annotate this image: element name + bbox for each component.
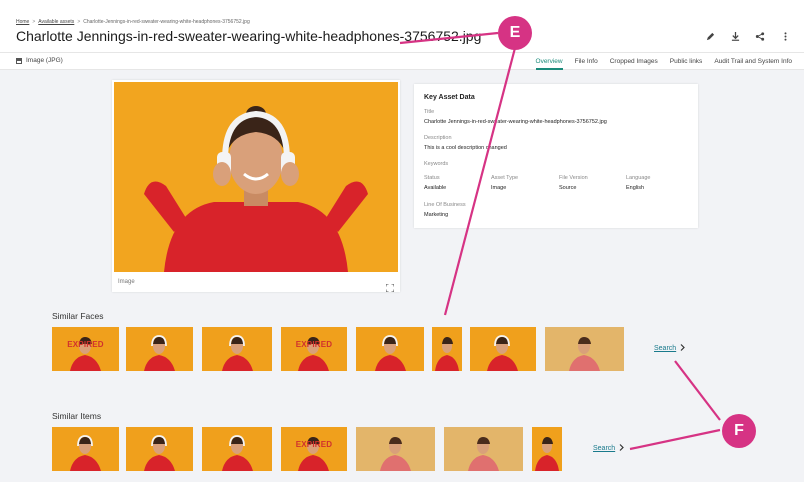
top-actions: [705, 31, 790, 41]
title-field: Title Charlotte Jennings-in-red-sweater-…: [424, 108, 607, 126]
tab-public-links[interactable]: Public links: [670, 53, 703, 70]
tab-audit-trail[interactable]: Audit Trail and System Info: [714, 53, 792, 70]
preview-image[interactable]: [114, 82, 398, 272]
chevron-right-icon: [619, 444, 625, 453]
asset-type-field-label: Asset Type: [491, 175, 519, 181]
breadcrumb-home-link[interactable]: Home: [16, 19, 29, 25]
title-label: Title: [424, 109, 435, 115]
similar-face-thumbnail[interactable]: [470, 327, 536, 371]
tab-file-info[interactable]: File Info: [575, 53, 598, 70]
share-icon[interactable]: [755, 31, 765, 41]
asset-type-field: Asset Type Image: [491, 174, 518, 192]
similar-items-search-link[interactable]: Search: [593, 444, 625, 453]
key-asset-data-card: Key Asset Data Title Charlotte Jennings-…: [414, 84, 698, 228]
similar-face-thumbnail[interactable]: [356, 327, 424, 371]
tab-cropped-images[interactable]: Cropped Images: [610, 53, 658, 70]
expired-label: EXPIRED: [295, 440, 333, 449]
line-of-business-label: Line Of Business: [424, 202, 466, 208]
similar-item-thumbnail[interactable]: [126, 427, 193, 471]
asset-type-field-value: Image: [491, 185, 507, 191]
similar-face-thumbnail[interactable]: EXPIRED: [281, 327, 347, 371]
expired-label: EXPIRED: [67, 340, 104, 349]
key-asset-data-heading: Key Asset Data: [424, 94, 475, 101]
similar-item-thumbnail[interactable]: [532, 427, 562, 471]
line-of-business-value: Marketing: [424, 212, 449, 218]
similar-item-thumbnail[interactable]: [356, 427, 435, 471]
breadcrumb: Home > Available assets > Charlotte-Jennings…: [16, 19, 250, 25]
title-value: Charlotte Jennings-in-red-sweater-wearin…: [424, 119, 607, 125]
similar-items-heading: Similar Items: [52, 411, 102, 421]
status-value: Available: [424, 185, 447, 191]
similar-items-search-label: Search: [593, 445, 616, 452]
similar-faces-search-label: Search: [654, 345, 677, 352]
status-label: Status: [424, 175, 440, 181]
breadcrumb-separator: >: [77, 19, 81, 25]
similar-face-thumbnail[interactable]: [202, 327, 272, 371]
fullscreen-icon[interactable]: [385, 279, 395, 293]
top-bar: Home > Available assets > Charlotte-Jennings…: [0, 0, 804, 52]
description-field: Description This is a cool description c…: [424, 134, 507, 152]
annotation-badge-f: F: [722, 414, 756, 448]
similar-face-thumbnail[interactable]: EXPIRED: [52, 327, 119, 371]
keywords-label: Keywords: [424, 161, 449, 167]
description-value: This is a cool description changed: [424, 145, 507, 151]
asset-type-label: Image (JPG): [26, 57, 63, 64]
asset-subbar: Image (JPG) Overview File Info Cropped I…: [0, 52, 804, 70]
language-field: Language English: [626, 174, 650, 192]
more-options-icon[interactable]: [780, 31, 790, 41]
similar-face-thumbnail[interactable]: [432, 327, 462, 371]
tab-overview[interactable]: Overview: [535, 53, 563, 70]
tab-bar: Overview File Info Cropped Images Public…: [535, 53, 792, 70]
similar-face-thumbnail[interactable]: [545, 327, 624, 371]
asset-type-indicator: Image (JPG): [16, 57, 63, 64]
breadcrumb-available-assets-link[interactable]: Available assets: [38, 19, 74, 25]
similar-faces-search-link[interactable]: Search: [654, 344, 686, 353]
language-value: English: [626, 185, 645, 191]
file-version-label: File Version: [559, 175, 588, 181]
preview-card: Image: [112, 80, 400, 293]
similar-face-thumbnail[interactable]: [126, 327, 193, 371]
keywords-field: Keywords: [424, 160, 448, 168]
similar-item-thumbnail[interactable]: EXPIRED: [281, 427, 347, 471]
file-version-value: Source: [559, 185, 577, 191]
edit-icon[interactable]: [705, 31, 715, 41]
similar-item-thumbnail[interactable]: [52, 427, 119, 471]
download-icon[interactable]: [730, 31, 740, 41]
preview-footer: Image: [112, 274, 400, 293]
file-version-field: File Version Source: [559, 174, 588, 192]
description-label: Description: [424, 135, 452, 141]
chevron-right-icon: [680, 344, 686, 353]
preview-label: Image: [118, 279, 135, 285]
similar-item-thumbnail[interactable]: [202, 427, 272, 471]
breadcrumb-separator: >: [32, 19, 36, 25]
expired-label: EXPIRED: [295, 340, 333, 349]
annotation-badge-e: E: [498, 16, 532, 50]
page-title: Charlotte Jennings-in-red-sweater-wearin…: [16, 28, 482, 44]
similar-item-thumbnail[interactable]: [444, 427, 523, 471]
similar-faces-heading: Similar Faces: [52, 311, 104, 321]
language-label: Language: [626, 175, 651, 181]
image-file-icon: [16, 57, 22, 64]
line-of-business-field: Line Of Business Marketing: [424, 201, 466, 219]
breadcrumb-current: Charlotte-Jennings-in-red-sweater-wearin…: [83, 19, 250, 25]
status-field: Status Available: [424, 174, 446, 192]
